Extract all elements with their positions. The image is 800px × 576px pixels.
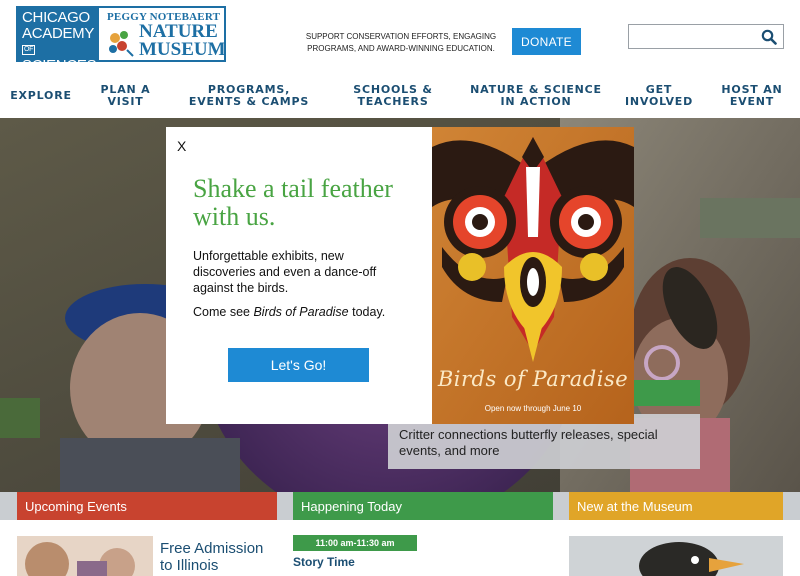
upcoming-events-header[interactable]: Upcoming Events [17, 492, 277, 520]
page: CHICAGO ACADEMY OF SCIENCES PEGGY NOTEBA… [0, 0, 800, 576]
site-logo[interactable]: CHICAGO ACADEMY OF SCIENCES PEGGY NOTEBA… [16, 6, 226, 74]
free-admission-thumbnail[interactable] [17, 536, 153, 576]
free-admission-link[interactable]: Free Admission to Illinois Residents [160, 540, 280, 576]
modal-cta-exhibit: Birds of Paradise [253, 305, 349, 319]
donate-button[interactable]: DONATE [512, 28, 581, 55]
promo-modal: X Shake a tail feather with us. Unforget… [166, 127, 432, 424]
modal-heading: Shake a tail feather with us. [193, 174, 393, 231]
logo-of-badge: OF [22, 45, 36, 56]
poster-title: Birds of Paradise [437, 367, 629, 391]
free-admission-photo [17, 536, 153, 576]
poster-subtitle: Open now through June 10 [484, 404, 582, 413]
logo-line-sciences: SCIENCES [22, 57, 97, 74]
search-icon[interactable] [761, 29, 777, 45]
nav-explore[interactable]: EXPLORE [10, 78, 72, 114]
nav-schools-teachers[interactable]: SCHOOLS & TEACHERS [352, 78, 434, 114]
birds-of-paradise-poster[interactable]: Birds of Paradise Open now through June … [432, 127, 634, 424]
header-tagline: SUPPORT CONSERVATION EFFORTS, ENGAGING P… [305, 32, 497, 53]
hero-green-tab [630, 380, 700, 406]
story-time-time: 11:00 am-11:30 am [293, 535, 417, 551]
nav-plan-a-visit[interactable]: PLAN A VISIT [98, 78, 153, 114]
new-at-museum-photo [569, 536, 783, 576]
main-nav: EXPLORE PLAN A VISIT PROGRAMS, EVENTS & … [0, 78, 800, 118]
story-time-link[interactable]: Story Time [293, 555, 355, 569]
nav-programs-events-camps[interactable]: PROGRAMS, EVENTS & CAMPS [182, 78, 316, 114]
modal-body-cta-text: Come see Birds of Paradise today. [193, 304, 418, 320]
nav-host-an-event[interactable]: HOST AN EVENT [720, 78, 784, 114]
logo-flower-icon [109, 31, 134, 57]
museum-logo: PEGGY NOTEBAERT NATURE MUSEUM [99, 6, 226, 62]
lets-go-button[interactable]: Let's Go! [228, 348, 369, 382]
logo-museum: MUSEUM [139, 39, 226, 60]
modal-cta-prefix: Come see [193, 305, 254, 319]
search-input[interactable] [629, 25, 759, 48]
search-box [628, 24, 784, 49]
logo-line-chicago: CHICAGO [22, 9, 90, 26]
modal-close-button[interactable]: X [177, 138, 186, 154]
site-header: CHICAGO ACADEMY OF SCIENCES PEGGY NOTEBA… [0, 0, 800, 118]
modal-cta-suffix: today. [348, 305, 386, 319]
modal-body-text: Unforgettable exhibits, new discoveries … [193, 249, 377, 295]
logo-line-academy: ACADEMY [22, 25, 94, 42]
new-at-museum-thumbnail[interactable] [569, 536, 783, 576]
happening-today-header[interactable]: Happening Today [293, 492, 553, 520]
new-at-museum-header[interactable]: New at the Museum [569, 492, 783, 520]
nav-nature-science-in-action[interactable]: NATURE & SCIENCE IN ACTION [468, 78, 604, 114]
nav-get-involved[interactable]: GET INVOLVED [625, 78, 692, 114]
academy-logo: CHICAGO ACADEMY OF SCIENCES [16, 6, 99, 74]
